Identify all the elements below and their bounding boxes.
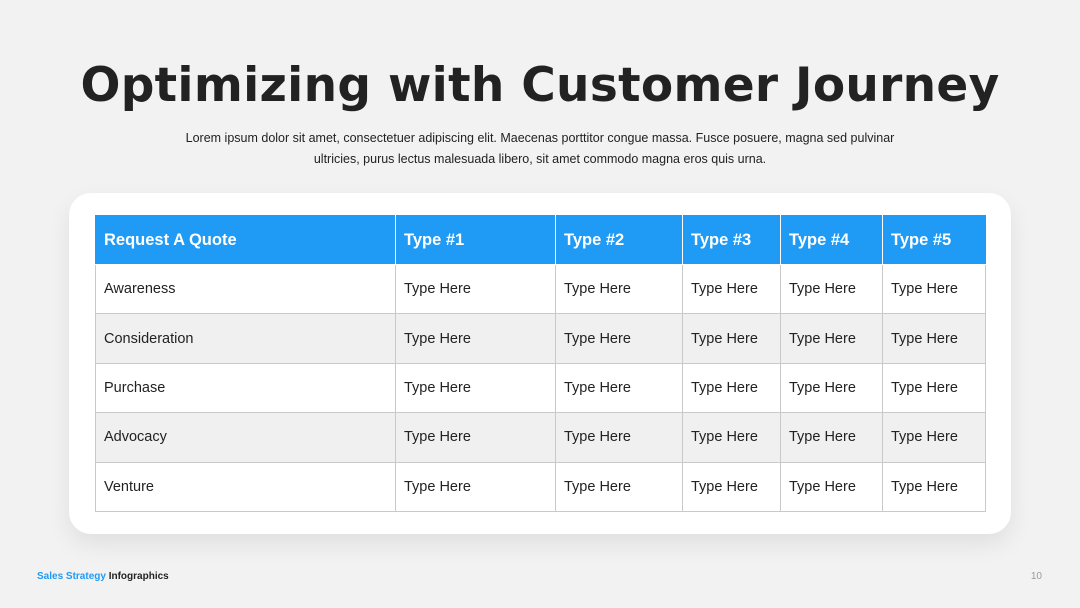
table-cell: Type Here	[780, 263, 883, 315]
table-cell: Type Here	[682, 412, 781, 463]
table-cell: Type Here	[682, 362, 781, 414]
table-cell: Type Here	[780, 362, 883, 414]
table-cell: Type Here	[395, 313, 556, 364]
table-row: Purchase Type Here Type Here Type Here T…	[95, 362, 986, 414]
header-type-3: Type #3	[682, 215, 781, 265]
table-cell: Type Here	[395, 412, 556, 463]
slide-subtitle: Lorem ipsum dolor sit amet, consectetuer…	[185, 131, 895, 166]
footer-brand-accent: Sales Strategy	[37, 571, 106, 582]
table-cell: Type Here	[682, 313, 781, 364]
header-type-4: Type #4	[780, 215, 883, 265]
table-cell: Type Here	[682, 263, 781, 315]
row-label: Purchase	[95, 362, 396, 414]
journey-table: Request A Quote Type #1 Type #2 Type #3 …	[95, 215, 986, 513]
row-label: Consideration	[95, 313, 396, 364]
row-label: Venture	[95, 461, 396, 513]
table-cell: Type Here	[882, 263, 986, 315]
table-row: Venture Type Here Type Here Type Here Ty…	[95, 461, 986, 513]
header-type-2: Type #2	[555, 215, 683, 265]
table-cell: Type Here	[780, 313, 883, 364]
table-cell: Type Here	[882, 461, 986, 513]
table-cell: Type Here	[555, 313, 683, 364]
table-cell: Type Here	[555, 461, 683, 513]
page-number: 10	[1030, 571, 1042, 582]
table-row: Consideration Type Here Type Here Type H…	[95, 313, 986, 364]
table-cell: Type Here	[555, 263, 683, 315]
header-type-1: Type #1	[395, 215, 556, 265]
table-cell: Type Here	[882, 412, 986, 463]
table-cell: Type Here	[555, 362, 683, 414]
header-request-a-quote: Request A Quote	[95, 215, 396, 265]
table-header-row: Request A Quote Type #1 Type #2 Type #3 …	[95, 215, 986, 265]
table-row: Advocacy Type Here Type Here Type Here T…	[95, 412, 986, 463]
table-cell: Type Here	[780, 461, 883, 513]
table-cell: Type Here	[780, 412, 883, 463]
table-cell: Type Here	[395, 362, 556, 414]
table-cell: Type Here	[555, 412, 683, 463]
table-cell: Type Here	[882, 362, 986, 414]
row-label: Awareness	[95, 263, 396, 315]
table-cell: Type Here	[682, 461, 781, 513]
footer-brand-main: Infographics	[108, 571, 169, 582]
footer-brand: Sales Strategy Infographics	[37, 571, 169, 582]
table-cell: Type Here	[395, 263, 556, 315]
slide-title: Optimizing with Customer Journey	[80, 58, 1000, 113]
header-type-5: Type #5	[882, 215, 986, 265]
row-label: Advocacy	[95, 412, 396, 463]
table-row: Awareness Type Here Type Here Type Here …	[95, 263, 986, 315]
table-cell: Type Here	[395, 461, 556, 513]
table-cell: Type Here	[882, 313, 986, 364]
